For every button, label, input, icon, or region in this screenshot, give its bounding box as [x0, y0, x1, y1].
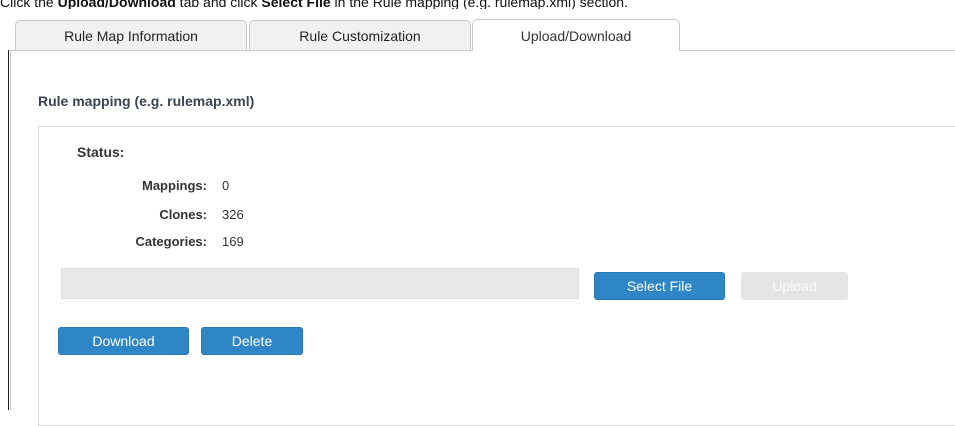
delete-label: Delete — [231, 333, 273, 349]
download-label: Download — [92, 333, 155, 349]
status-label: Status: — [77, 144, 125, 160]
tab-label: Upload/Download — [520, 27, 632, 44]
tab-label: Rule Customization — [299, 27, 421, 44]
upload-button[interactable]: Upload — [741, 272, 848, 300]
tab-rule-customization[interactable]: Rule Customization — [249, 20, 471, 50]
stat-label: Categories: — [135, 234, 207, 249]
select-file-button[interactable]: Select File — [594, 272, 725, 300]
stat-value: 326 — [222, 207, 244, 222]
tab-label: Rule Map Information — [64, 27, 198, 44]
stat-value: 0 — [222, 178, 230, 193]
stat-label: Mappings: — [142, 178, 207, 193]
tab-rule-map-information[interactable]: Rule Map Information — [15, 20, 247, 50]
stat-row-categories: Categories: 169 — [0, 234, 955, 250]
select-file-label: Select File — [626, 278, 693, 294]
section-title: Rule mapping (e.g. rulemap.xml) — [38, 93, 255, 109]
instruction-part-3: in the Rule mapping (e.g. rulemap.xml) s… — [330, 0, 628, 9]
delete-button[interactable]: Delete — [201, 327, 303, 355]
stat-row-mappings: Mappings: 0 — [0, 178, 955, 194]
tab-upload-download[interactable]: Upload/Download — [472, 19, 680, 51]
instruction-part-2: tab and click — [175, 0, 262, 9]
stat-label: Clones: — [159, 207, 207, 222]
instruction-bold-tab: Upload/Download — [57, 0, 176, 9]
stat-row-clones: Clones: 326 — [0, 207, 955, 223]
instruction-text: Click the Upload/Download tab and click … — [0, 0, 955, 9]
stat-value: 169 — [222, 234, 244, 249]
download-button[interactable]: Download — [58, 327, 189, 355]
file-path-field[interactable] — [61, 268, 579, 299]
instruction-part-1: Click the — [0, 0, 58, 9]
instruction-bold-button: Select File — [261, 0, 331, 9]
window-border — [8, 50, 9, 410]
upload-label: Upload — [772, 278, 817, 294]
